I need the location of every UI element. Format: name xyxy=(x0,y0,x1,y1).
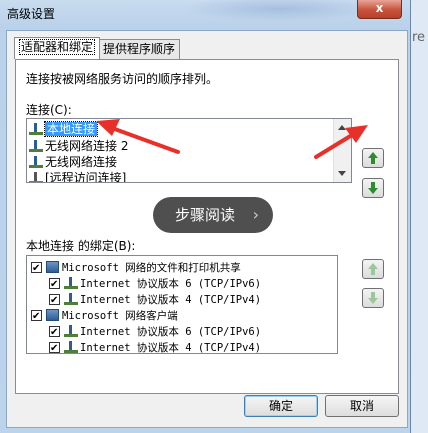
tab-adapters-bindings[interactable]: 适配器和绑定 xyxy=(14,37,101,59)
chevron-right-icon: › xyxy=(252,205,259,224)
annotation-arrow-right xyxy=(314,125,368,159)
step-reading-overlay[interactable]: 步骤阅读 › xyxy=(153,197,273,233)
annotation-arrow-left xyxy=(96,119,180,154)
overlay-text: 步骤阅读 xyxy=(175,206,236,224)
tab-adapters-bindings-label: 适配器和绑定 xyxy=(19,39,96,55)
